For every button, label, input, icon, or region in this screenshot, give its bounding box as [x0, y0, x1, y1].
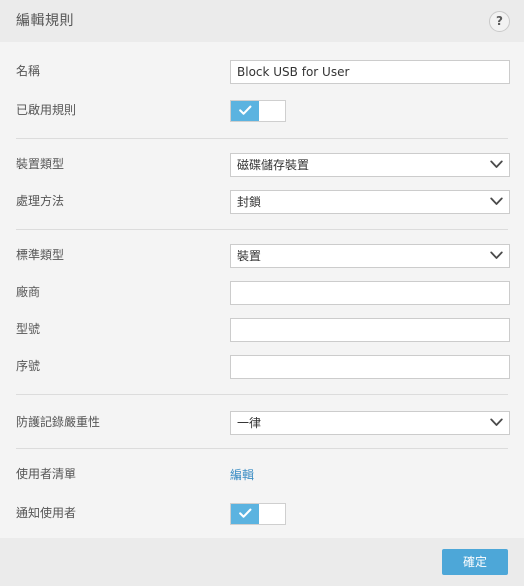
vendor-input[interactable]	[230, 280, 510, 305]
criteria-type-control: 裝置	[230, 243, 510, 268]
action-label: 處理方法	[16, 194, 65, 209]
serial-number-label: 序號	[16, 359, 41, 374]
chevron-down-icon	[483, 412, 509, 434]
row-action: 處理方法 封鎖	[0, 186, 524, 217]
rule-enabled-control	[230, 99, 508, 122]
vendor-control	[230, 280, 510, 305]
device-type-label: 裝置類型	[16, 157, 65, 172]
notify-user-control	[230, 502, 508, 525]
row-user-list: 使用者清單 編輯	[0, 459, 524, 490]
check-icon	[231, 503, 259, 524]
row-model: 型號	[0, 314, 524, 345]
row-log-severity: 防護記錄嚴重性 一律	[0, 407, 524, 438]
edit-rule-dialog: 編輯規則 ? 名稱 已啟用規則	[0, 0, 524, 586]
row-notify-user: 通知使用者	[0, 498, 524, 529]
chevron-down-icon	[483, 245, 509, 267]
name-control	[230, 59, 510, 84]
row-criteria-type: 標準類型 裝置	[0, 240, 524, 271]
serial-number-input[interactable]	[230, 354, 510, 379]
device-type-value: 磁碟儲存裝置	[237, 158, 310, 171]
criteria-type-value: 裝置	[237, 249, 262, 262]
chevron-down-icon	[483, 154, 509, 176]
notify-user-toggle[interactable]	[230, 502, 286, 525]
rule-enabled-toggle[interactable]	[230, 99, 286, 122]
user-list-control: 編輯	[230, 469, 508, 481]
name-input[interactable]	[230, 59, 510, 84]
criteria-type-select[interactable]: 裝置	[230, 243, 510, 268]
chevron-down-icon	[483, 191, 509, 213]
page-title: 編輯規則	[16, 13, 74, 29]
model-label: 型號	[16, 322, 41, 337]
log-severity-label: 防護記錄嚴重性	[16, 415, 101, 430]
help-icon[interactable]: ?	[489, 10, 510, 32]
dialog-body: 名稱 已啟用規則	[0, 42, 524, 538]
rule-enabled-label: 已啟用規則	[16, 103, 77, 118]
row-rule-enabled: 已啟用規則	[0, 95, 524, 126]
log-severity-control: 一律	[230, 410, 510, 435]
row-device-type: 裝置類型 磁碟儲存裝置	[0, 149, 524, 180]
name-label: 名稱	[16, 64, 41, 79]
action-control: 封鎖	[230, 189, 510, 214]
model-control	[230, 317, 510, 342]
user-list-label: 使用者清單	[16, 467, 77, 482]
user-list-edit-link[interactable]: 編輯	[230, 469, 254, 481]
dialog-header: 編輯規則 ?	[0, 0, 524, 42]
dialog-footer: 確定	[0, 538, 524, 586]
check-icon	[231, 100, 259, 121]
device-type-select[interactable]: 磁碟儲存裝置	[230, 152, 510, 177]
vendor-label: 廠商	[16, 285, 41, 300]
criteria-type-label: 標準類型	[16, 248, 65, 263]
action-value: 封鎖	[237, 195, 262, 208]
ok-button[interactable]: 確定	[442, 549, 508, 575]
log-severity-value: 一律	[237, 416, 262, 429]
toggle-track	[259, 503, 285, 524]
device-type-control: 磁碟儲存裝置	[230, 152, 510, 177]
toggle-track	[259, 100, 285, 121]
serial-number-control	[230, 354, 510, 379]
row-serial-number: 序號	[0, 351, 524, 382]
row-vendor: 廠商	[0, 277, 524, 308]
model-input[interactable]	[230, 317, 510, 342]
action-select[interactable]: 封鎖	[230, 189, 510, 214]
row-name: 名稱	[0, 56, 524, 87]
log-severity-select[interactable]: 一律	[230, 410, 510, 435]
notify-user-label: 通知使用者	[16, 506, 77, 521]
